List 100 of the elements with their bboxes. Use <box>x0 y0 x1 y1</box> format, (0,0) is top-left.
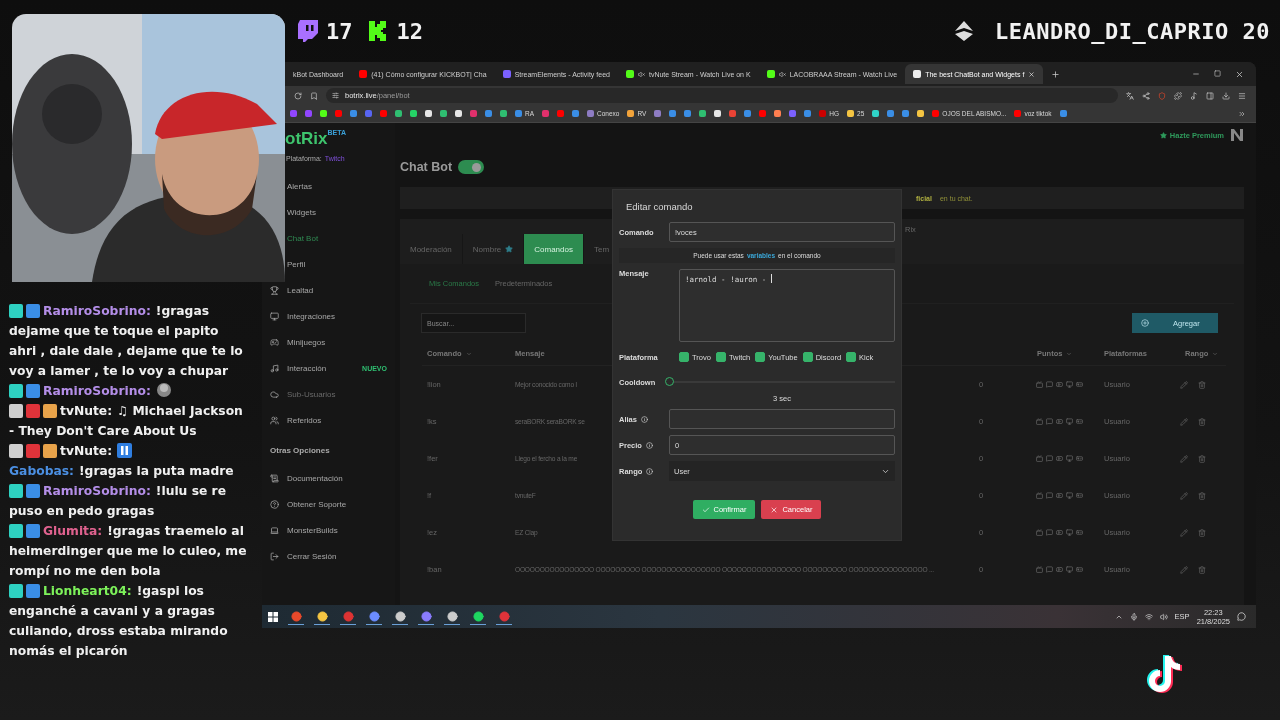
microphone-icon[interactable] <box>1129 612 1138 621</box>
shield-icon[interactable] <box>1158 91 1166 100</box>
username-link[interactable]: Lionheart04: <box>43 584 132 598</box>
badge-icon <box>9 304 23 318</box>
sidebar-item[interactable]: Lealtad <box>270 279 314 301</box>
close-icon <box>770 505 779 514</box>
favicon-icon[interactable] <box>627 110 635 117</box>
delete-icon[interactable] <box>1198 417 1206 426</box>
sidebar-item[interactable]: Interacción <box>270 357 327 379</box>
checkbox[interactable] <box>715 352 726 362</box>
monitor-icon <box>270 311 279 321</box>
bookmark-icon[interactable] <box>872 110 880 117</box>
username-link[interactable]: RamiroSobrino: <box>43 304 151 318</box>
windows-icon[interactable] <box>268 611 278 622</box>
sidebar-item[interactable]: Integraciones <box>270 305 336 327</box>
checkbox[interactable] <box>846 352 857 362</box>
chat-message: Lionheart04: !gaspi los enganché a cavani y a gragas culiando, dross estaba mirando nomás el picarón <box>9 583 229 660</box>
bookmark-icon[interactable] <box>699 110 707 117</box>
chat-message: tvNute: ♫ Michael Jackson - They Don't Care About Us <box>9 403 244 440</box>
bookmark-icon[interactable] <box>714 110 722 117</box>
sidebar-item[interactable]: Minijuegos <box>270 331 326 353</box>
platform-icon <box>1036 529 1043 536</box>
site-settings-icon <box>332 92 339 99</box>
platform-icon <box>1076 492 1083 499</box>
checkbox[interactable] <box>679 352 689 362</box>
network-icon[interactable] <box>1144 612 1153 621</box>
badge-icon <box>9 584 23 598</box>
favicon-icon <box>359 70 368 78</box>
username-link[interactable]: tvNute: <box>60 444 113 458</box>
sidebar-item[interactable]: Cerrar Sesión <box>270 545 337 567</box>
delete-icon[interactable] <box>1198 454 1206 463</box>
bookmark-icon[interactable] <box>774 110 782 117</box>
checkbox[interactable] <box>802 352 813 362</box>
sidebar-item[interactable]: Documentación <box>270 467 343 489</box>
platform-icon <box>1046 455 1053 462</box>
platform-icon <box>1076 418 1083 425</box>
close-icon <box>1028 70 1036 78</box>
platform-icon <box>1066 529 1073 536</box>
twitch-icon <box>298 20 318 42</box>
people-icon <box>270 415 279 425</box>
platform-icon <box>1056 529 1063 536</box>
new-tab-icon[interactable] <box>1051 69 1061 79</box>
reload-icon[interactable] <box>294 91 302 100</box>
download-icon[interactable] <box>1222 91 1230 100</box>
trophy-icon <box>270 285 279 295</box>
delete-icon[interactable] <box>1198 565 1206 574</box>
platform-icon <box>1076 455 1083 462</box>
maximize-icon[interactable] <box>1214 69 1221 77</box>
chat-message: RamiroSobrino: !lulu se re puso en pedo gragas <box>9 483 227 520</box>
delete-icon[interactable] <box>1198 528 1206 537</box>
sidebar-item[interactable]: Alertas <box>287 175 312 197</box>
platform-icon <box>1056 492 1063 499</box>
platform-icon <box>1076 566 1083 573</box>
favicon-icon[interactable] <box>1014 110 1022 117</box>
extensions-icon[interactable] <box>1174 91 1182 100</box>
sidebar-item[interactable]: MonsterBuilds <box>270 519 338 541</box>
sidebar-item[interactable]: Widgets <box>287 201 316 223</box>
volume-icon[interactable] <box>1159 612 1168 621</box>
platform-icon <box>1046 381 1053 388</box>
translate-icon[interactable] <box>1126 91 1134 100</box>
bookmark-icon[interactable] <box>310 91 318 100</box>
close-icon[interactable] <box>1235 69 1244 79</box>
pause-icon <box>117 443 133 458</box>
platform-icon <box>1066 418 1073 425</box>
info-icon <box>640 415 648 423</box>
notification-icon[interactable] <box>1237 612 1246 621</box>
delete-icon[interactable] <box>1198 491 1206 500</box>
username-link[interactable]: RamiroSobrino: <box>43 484 151 498</box>
platform-icon <box>1056 566 1063 573</box>
favicon-icon[interactable] <box>847 110 855 117</box>
alias-field[interactable] <box>669 409 895 429</box>
username-link[interactable]: tvNute: <box>60 404 113 418</box>
platform-icon <box>1046 492 1053 499</box>
sidebar-item[interactable]: Chat Bot <box>287 227 319 249</box>
badge-icon <box>9 524 23 538</box>
circle-icon[interactable] <box>496 608 512 625</box>
bookmark-icon[interactable] <box>917 110 925 117</box>
avatar-icon <box>1230 128 1244 142</box>
toggle-switch[interactable] <box>458 160 485 174</box>
favicon-icon[interactable] <box>587 110 595 117</box>
tab[interactable]: Comandos <box>524 234 584 264</box>
star-icon <box>1159 131 1167 139</box>
sidebar-icon[interactable] <box>1206 91 1214 100</box>
username-link[interactable]: Glumita: <box>43 524 103 538</box>
chat-message: Gabobas: !gragas la puta madre <box>9 463 235 480</box>
platform-icon <box>1036 455 1043 462</box>
username-link[interactable]: Gabobas: <box>9 464 74 478</box>
menu-icon[interactable] <box>1238 91 1246 100</box>
username-link[interactable]: RamiroSobrino: <box>43 384 151 398</box>
favicon-icon[interactable] <box>932 110 940 117</box>
share-icon[interactable] <box>1142 91 1150 100</box>
delete-icon[interactable] <box>1198 380 1206 389</box>
sidebar-item[interactable]: Perfil <box>287 253 306 275</box>
slider-thumb[interactable] <box>665 377 674 386</box>
more-icon[interactable] <box>1238 109 1246 118</box>
platform-icon <box>1066 381 1073 388</box>
sidebar-item[interactable]: Obtener Soporte <box>270 493 347 515</box>
favicon-icon <box>913 70 922 78</box>
sidebar-item[interactable]: Referidos <box>270 409 322 431</box>
checkbox[interactable] <box>755 352 766 362</box>
